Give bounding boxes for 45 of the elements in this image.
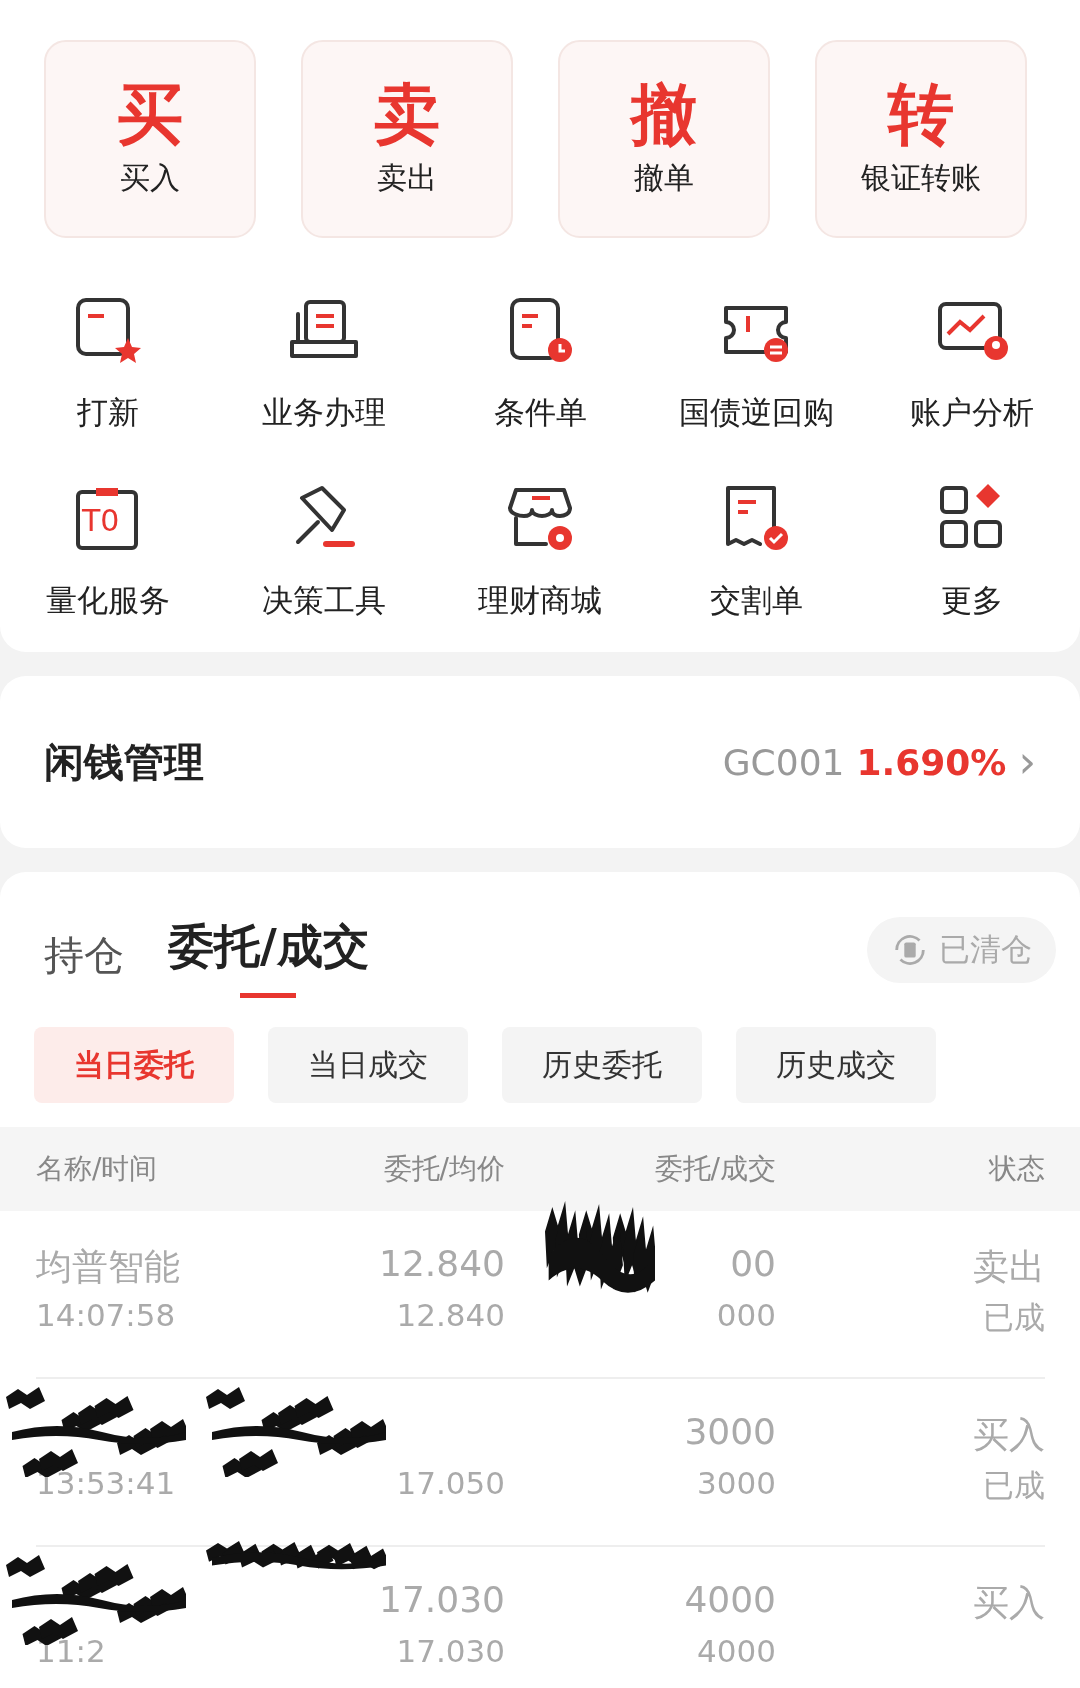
filter-chip[interactable]: 当日委托 — [34, 1027, 234, 1103]
table-cell: 12.840 — [396, 1297, 505, 1333]
quick-action-button[interactable]: 转 银证转账 — [815, 40, 1027, 238]
table-cell: 3000 — [684, 1411, 776, 1452]
table-cell: 14:07:58 — [36, 1297, 176, 1333]
filter-chip[interactable]: 历史成交 — [736, 1027, 936, 1103]
column-header: 名称/时间 — [36, 1151, 159, 1187]
column-header: 委托/均价 — [382, 1151, 505, 1187]
column-header: 委托/成交 — [653, 1151, 776, 1187]
table-cell: 000 — [716, 1297, 776, 1333]
service-label[interactable]: 条件单 — [493, 392, 587, 434]
service-label[interactable]: 更多 — [941, 580, 1003, 622]
table-cell: 3000 — [697, 1465, 776, 1501]
table-cell: 4000 — [684, 1579, 776, 1620]
table-cell: 17.050 — [396, 1465, 505, 1501]
bond-code: GC001 — [722, 741, 845, 783]
section-title: 闲钱管理 — [44, 737, 204, 787]
table-cell: 4000 — [697, 1633, 776, 1669]
table-cell: 卖出 — [973, 1246, 1045, 1287]
service-label[interactable]: 交割单 — [709, 580, 803, 622]
table-cell: 17.030 — [396, 1633, 505, 1669]
service-label[interactable]: 国债逆回购 — [678, 392, 834, 434]
column-header: 状态 — [988, 1151, 1045, 1187]
quick-action-button[interactable]: 买 买入 — [44, 40, 256, 238]
table-cell: 12.840 — [379, 1243, 505, 1284]
table-cell: 已成 — [983, 1299, 1045, 1335]
quick-action-button[interactable]: 撤 撤单 — [558, 40, 770, 238]
table-cell: 买入 — [973, 1582, 1045, 1623]
table-cell: 13:53:41 — [36, 1465, 176, 1501]
table-cell: 买入 — [973, 1414, 1045, 1455]
service-label[interactable]: 理财商城 — [478, 580, 602, 622]
bond-rate: 1.690% — [856, 741, 1007, 783]
filter-chip[interactable]: 历史委托 — [502, 1027, 702, 1103]
table-cell: 00 — [730, 1243, 776, 1284]
service-label[interactable]: 账户分析 — [910, 392, 1034, 434]
service-label[interactable]: 量化服务 — [46, 580, 170, 622]
quick-action-button[interactable]: 卖 卖出 — [301, 40, 513, 238]
service-label[interactable]: 打新 — [77, 392, 139, 434]
tab[interactable]: 持仓 — [44, 928, 124, 1003]
table-cell: 已成 — [983, 1467, 1045, 1503]
service-label[interactable]: 决策工具 — [262, 580, 386, 622]
filter-chip[interactable]: 当日成交 — [268, 1027, 468, 1103]
table-cell: 均普智能 — [36, 1246, 180, 1287]
service-label[interactable]: 业务办理 — [262, 392, 386, 434]
table-cell: 17.030 — [379, 1579, 505, 1620]
